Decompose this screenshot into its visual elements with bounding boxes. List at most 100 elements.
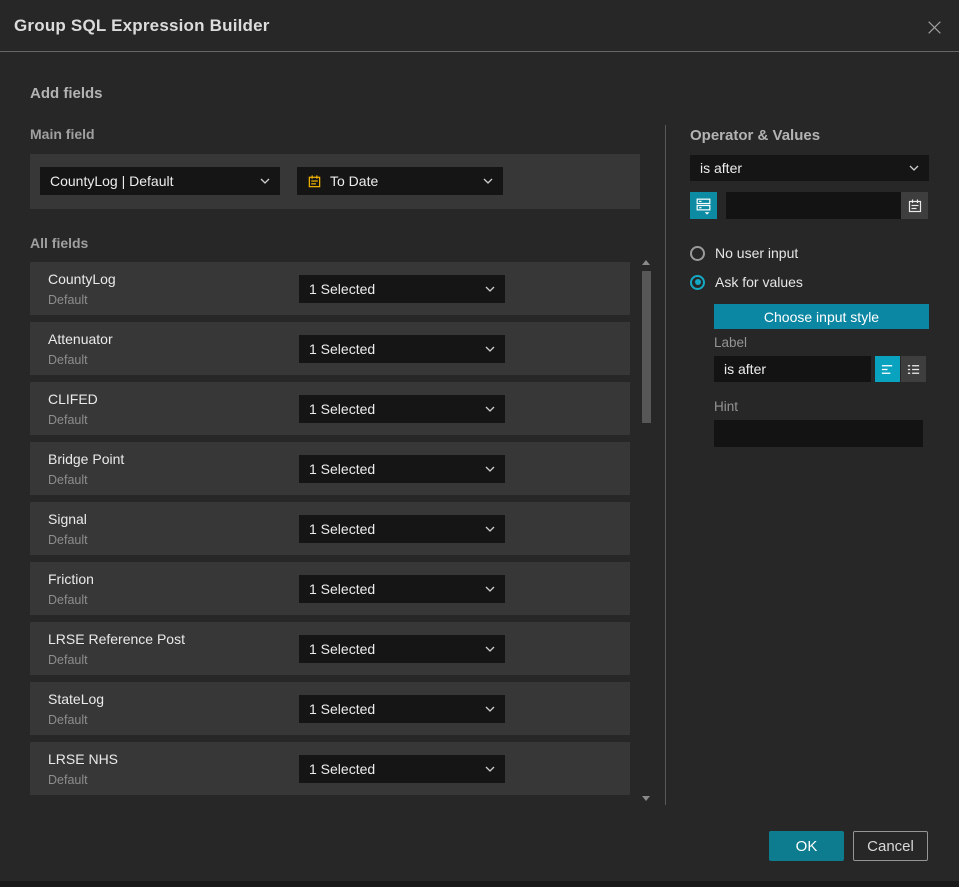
selected-count-label: 1 Selected <box>309 761 376 777</box>
field-selected-dropdown[interactable]: 1 Selected <box>299 395 505 423</box>
stack-values-icon <box>696 198 711 215</box>
radio-circle[interactable] <box>690 245 705 261</box>
main-field-type-select[interactable]: To Date <box>297 167 503 195</box>
vertical-divider <box>665 125 666 805</box>
field-selected-dropdown[interactable]: 1 Selected <box>299 755 505 783</box>
field-selected-dropdown[interactable]: 1 Selected <box>299 335 505 363</box>
field-name: LRSE NHS <box>48 751 119 767</box>
scroll-up-arrow[interactable] <box>642 260 650 265</box>
chevron-down-icon <box>485 526 495 532</box>
field-selected-dropdown[interactable]: 1 Selected <box>299 275 505 303</box>
all-fields-list: CountyLog Default 1 Selected Attenuator … <box>30 262 630 795</box>
chevron-down-icon <box>483 178 493 184</box>
field-subtitle: Default <box>48 413 88 427</box>
selected-count-label: 1 Selected <box>309 581 376 597</box>
label-list-style-button[interactable] <box>901 356 926 382</box>
all-fields-label: All fields <box>30 235 89 251</box>
field-subtitle: Default <box>48 713 88 727</box>
hint-field-label: Hint <box>714 399 739 414</box>
label-field-label: Label <box>714 335 748 350</box>
main-field-label: Main field <box>30 126 95 142</box>
field-subtitle: Default <box>48 773 88 787</box>
selected-count-label: 1 Selected <box>309 701 376 717</box>
selected-count-label: 1 Selected <box>309 401 376 417</box>
main-field-type-value: To Date <box>330 173 379 189</box>
field-row: LRSE Reference Post Default 1 Selected <box>30 622 630 675</box>
align-left-icon <box>881 364 893 374</box>
chevron-down-icon <box>485 286 495 292</box>
field-name: StateLog <box>48 691 105 707</box>
radio-ask-for-values-label: Ask for values <box>715 274 803 290</box>
value-input[interactable] <box>726 192 901 219</box>
selected-count-label: 1 Selected <box>309 281 376 297</box>
scrollbar-thumb[interactable] <box>642 271 651 423</box>
chevron-down-icon <box>485 406 495 412</box>
chevron-down-icon <box>485 766 495 772</box>
dialog-header: Group SQL Expression Builder <box>0 0 959 52</box>
list-icon <box>907 364 920 374</box>
dialog-title: Group SQL Expression Builder <box>14 15 270 35</box>
ok-button[interactable]: OK <box>769 831 844 861</box>
field-subtitle: Default <box>48 473 88 487</box>
field-selected-dropdown[interactable]: 1 Selected <box>299 515 505 543</box>
radio-circle-selected[interactable] <box>690 274 705 290</box>
date-picker-button[interactable] <box>901 192 928 219</box>
radio-no-user-input[interactable]: No user input <box>690 245 798 261</box>
field-subtitle: Default <box>48 533 88 547</box>
calendar-icon <box>308 174 321 187</box>
radio-no-user-input-label: No user input <box>715 245 799 261</box>
field-name: CountyLog <box>48 271 116 287</box>
cancel-button[interactable]: Cancel <box>853 831 928 861</box>
chevron-down-icon <box>485 466 495 472</box>
selected-count-label: 1 Selected <box>309 341 376 357</box>
selected-count-label: 1 Selected <box>309 461 376 477</box>
group-sql-expression-builder-dialog: Group SQL Expression Builder Add fields … <box>0 0 959 881</box>
field-row: StateLog Default 1 Selected <box>30 682 630 735</box>
selected-count-label: 1 Selected <box>309 641 376 657</box>
chevron-down-icon <box>485 706 495 712</box>
field-row: Bridge Point Default 1 Selected <box>30 442 630 495</box>
operator-select-value: is after <box>700 160 743 176</box>
field-row: Signal Default 1 Selected <box>30 502 630 555</box>
field-row: CLIFED Default 1 Selected <box>30 382 630 435</box>
field-selected-dropdown[interactable]: 1 Selected <box>299 635 505 663</box>
field-subtitle: Default <box>48 293 88 307</box>
selected-count-label: 1 Selected <box>309 521 376 537</box>
field-name: Signal <box>48 511 87 527</box>
field-selected-dropdown[interactable]: 1 Selected <box>299 455 505 483</box>
field-subtitle: Default <box>48 353 88 367</box>
field-name: LRSE Reference Post <box>48 631 185 647</box>
label-align-left-button[interactable] <box>875 356 900 382</box>
close-button[interactable] <box>921 14 947 40</box>
add-fields-heading: Add fields <box>30 85 103 102</box>
main-field-select[interactable]: CountyLog | Default <box>40 167 280 195</box>
hint-input[interactable] <box>714 420 923 447</box>
field-name: CLIFED <box>48 391 98 407</box>
chevron-down-icon <box>909 165 919 171</box>
field-selected-dropdown[interactable]: 1 Selected <box>299 575 505 603</box>
operator-select[interactable]: is after <box>690 155 929 181</box>
main-field-panel: CountyLog | Default To Date <box>30 154 640 209</box>
chevron-down-icon <box>260 178 270 184</box>
main-field-select-value: CountyLog | Default <box>50 173 174 189</box>
field-name: Bridge Point <box>48 451 125 467</box>
field-row: Friction Default 1 Selected <box>30 562 630 615</box>
operator-values-heading: Operator & Values <box>690 127 821 144</box>
chevron-down-icon <box>485 346 495 352</box>
field-subtitle: Default <box>48 593 88 607</box>
close-icon <box>927 20 941 34</box>
field-name: Attenuator <box>48 331 113 347</box>
fields-list-scrollbar <box>641 256 652 805</box>
chevron-down-icon <box>485 646 495 652</box>
field-row: LRSE NHS Default 1 Selected <box>30 742 630 795</box>
field-subtitle: Default <box>48 653 88 667</box>
scroll-down-arrow[interactable] <box>642 796 650 801</box>
value-type-toggle-button[interactable] <box>690 192 717 219</box>
chevron-down-icon <box>485 586 495 592</box>
choose-input-style-button[interactable]: Choose input style <box>714 304 929 329</box>
radio-ask-for-values[interactable]: Ask for values <box>690 274 803 290</box>
field-row: Attenuator Default 1 Selected <box>30 322 630 375</box>
field-selected-dropdown[interactable]: 1 Selected <box>299 695 505 723</box>
field-row: CountyLog Default 1 Selected <box>30 262 630 315</box>
label-input[interactable] <box>714 356 871 382</box>
